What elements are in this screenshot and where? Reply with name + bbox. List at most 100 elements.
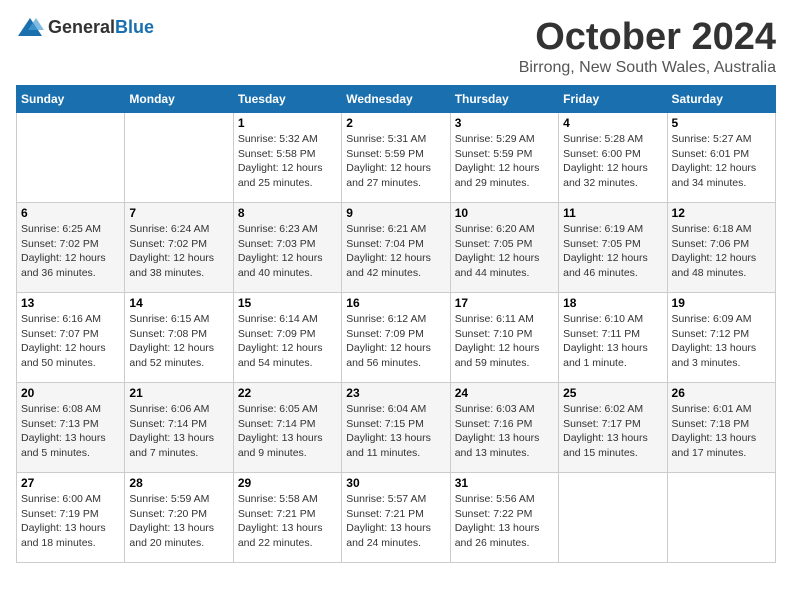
day-info: Sunrise: 6:11 AM Sunset: 7:10 PM Dayligh… (455, 312, 554, 371)
day-number: 15 (238, 296, 337, 310)
day-header-tuesday: Tuesday (233, 86, 341, 113)
day-info: Sunrise: 6:06 AM Sunset: 7:14 PM Dayligh… (129, 402, 228, 461)
day-number: 17 (455, 296, 554, 310)
day-number: 29 (238, 476, 337, 490)
day-number: 5 (672, 116, 771, 130)
day-number: 13 (21, 296, 120, 310)
calendar-cell: 20Sunrise: 6:08 AM Sunset: 7:13 PM Dayli… (17, 383, 125, 473)
calendar-cell: 16 Sunrise: 6:12 AM Sunset: 7:09 PM Dayli… (342, 293, 450, 383)
day-info: Sunrise: 6:02 AM Sunset: 7:17 PM Dayligh… (563, 402, 662, 461)
day-header-friday: Friday (559, 86, 667, 113)
day-number: 4 (563, 116, 662, 130)
calendar-cell: 4 Sunrise: 5:28 AM Sunset: 6:00 PM Daylig… (559, 113, 667, 203)
calendar-cell: 8 Sunrise: 6:23 AM Sunset: 7:03 PM Daylig… (233, 203, 341, 293)
day-info: Sunrise: 5:28 AM Sunset: 6:00 PM Dayligh… (563, 132, 662, 191)
day-info: Sunrise: 6:04 AM Sunset: 7:15 PM Dayligh… (346, 402, 445, 461)
day-number: 9 (346, 206, 445, 220)
day-info: Sunrise: 5:31 AM Sunset: 5:59 PM Dayligh… (346, 132, 445, 191)
day-info: Sunrise: 5:27 AM Sunset: 6:01 PM Dayligh… (672, 132, 771, 191)
calendar-cell (17, 113, 125, 203)
day-number: 20 (21, 386, 120, 400)
day-info: Sunrise: 5:57 AM Sunset: 7:21 PM Dayligh… (346, 492, 445, 551)
day-info: Sunrise: 6:24 AM Sunset: 7:02 PM Dayligh… (129, 222, 228, 281)
day-number: 22 (238, 386, 337, 400)
calendar-cell: 22 Sunrise: 6:05 AM Sunset: 7:14 PM Dayli… (233, 383, 341, 473)
logo-text-blue: Blue (115, 17, 154, 37)
calendar-cell: 23 Sunrise: 6:04 AM Sunset: 7:15 PM Dayli… (342, 383, 450, 473)
calendar-cell (559, 473, 667, 563)
calendar-cell: 6 Sunrise: 6:25 AM Sunset: 7:02 PM Daylig… (17, 203, 125, 293)
day-info: Sunrise: 6:10 AM Sunset: 7:11 PM Dayligh… (563, 312, 662, 371)
calendar-cell: 31Sunrise: 5:56 AM Sunset: 7:22 PM Dayli… (450, 473, 558, 563)
day-info: Sunrise: 6:15 AM Sunset: 7:08 PM Dayligh… (129, 312, 228, 371)
calendar-cell (667, 473, 775, 563)
day-info: Sunrise: 6:14 AM Sunset: 7:09 PM Dayligh… (238, 312, 337, 371)
day-number: 8 (238, 206, 337, 220)
calendar-cell: 21Sunrise: 6:06 AM Sunset: 7:14 PM Dayli… (125, 383, 233, 473)
day-number: 19 (672, 296, 771, 310)
day-info: Sunrise: 5:58 AM Sunset: 7:21 PM Dayligh… (238, 492, 337, 551)
logo-text-general: General (48, 17, 115, 37)
logo-icon (16, 16, 44, 38)
calendar-cell: 14 Sunrise: 6:15 AM Sunset: 7:08 PM Dayli… (125, 293, 233, 383)
day-number: 27 (21, 476, 120, 490)
day-number: 10 (455, 206, 554, 220)
page-title: October 2024 (519, 16, 776, 59)
day-info: Sunrise: 6:20 AM Sunset: 7:05 PM Dayligh… (455, 222, 554, 281)
calendar-cell: 9 Sunrise: 6:21 AM Sunset: 7:04 PM Daylig… (342, 203, 450, 293)
day-number: 3 (455, 116, 554, 130)
day-number: 24 (455, 386, 554, 400)
calendar-cell: 1Sunrise: 5:32 AM Sunset: 5:58 PM Daylig… (233, 113, 341, 203)
day-info: Sunrise: 6:12 AM Sunset: 7:09 PM Dayligh… (346, 312, 445, 371)
day-info: Sunrise: 6:21 AM Sunset: 7:04 PM Dayligh… (346, 222, 445, 281)
calendar-cell: 27 Sunrise: 6:00 AM Sunset: 7:19 PM Dayli… (17, 473, 125, 563)
day-number: 23 (346, 386, 445, 400)
page-location: Birrong, New South Wales, Australia (519, 59, 776, 77)
calendar-cell: 11 Sunrise: 6:19 AM Sunset: 7:05 PM Dayli… (559, 203, 667, 293)
calendar-cell: 15 Sunrise: 6:14 AM Sunset: 7:09 PM Dayli… (233, 293, 341, 383)
day-info: Sunrise: 6:23 AM Sunset: 7:03 PM Dayligh… (238, 222, 337, 281)
calendar-week-2: 6 Sunrise: 6:25 AM Sunset: 7:02 PM Daylig… (17, 203, 776, 293)
day-info: Sunrise: 6:03 AM Sunset: 7:16 PM Dayligh… (455, 402, 554, 461)
day-info: Sunrise: 6:16 AM Sunset: 7:07 PM Dayligh… (21, 312, 120, 371)
day-number: 1 (238, 116, 337, 130)
calendar-header: SundayMondayTuesdayWednesdayThursdayFrid… (17, 86, 776, 113)
calendar-cell: 24 Sunrise: 6:03 AM Sunset: 7:16 PM Dayli… (450, 383, 558, 473)
day-info: Sunrise: 6:00 AM Sunset: 7:19 PM Dayligh… (21, 492, 120, 551)
day-number: 11 (563, 206, 662, 220)
calendar-cell: 30Sunrise: 5:57 AM Sunset: 7:21 PM Dayli… (342, 473, 450, 563)
calendar-week-1: 1Sunrise: 5:32 AM Sunset: 5:58 PM Daylig… (17, 113, 776, 203)
day-number: 2 (346, 116, 445, 130)
calendar-week-3: 13 Sunrise: 6:16 AM Sunset: 7:07 PM Dayli… (17, 293, 776, 383)
day-header-monday: Monday (125, 86, 233, 113)
day-number: 25 (563, 386, 662, 400)
day-info: Sunrise: 6:18 AM Sunset: 7:06 PM Dayligh… (672, 222, 771, 281)
day-number: 6 (21, 206, 120, 220)
day-number: 14 (129, 296, 228, 310)
logo: GeneralBlue (16, 16, 154, 38)
calendar-cell: 29 Sunrise: 5:58 AM Sunset: 7:21 PM Dayli… (233, 473, 341, 563)
day-info: Sunrise: 6:09 AM Sunset: 7:12 PM Dayligh… (672, 312, 771, 371)
calendar-cell: 13 Sunrise: 6:16 AM Sunset: 7:07 PM Dayli… (17, 293, 125, 383)
day-header-sunday: Sunday (17, 86, 125, 113)
day-number: 18 (563, 296, 662, 310)
day-number: 31 (455, 476, 554, 490)
day-info: Sunrise: 6:19 AM Sunset: 7:05 PM Dayligh… (563, 222, 662, 281)
calendar-table: SundayMondayTuesdayWednesdayThursdayFrid… (16, 85, 776, 563)
day-info: Sunrise: 6:05 AM Sunset: 7:14 PM Dayligh… (238, 402, 337, 461)
day-header-saturday: Saturday (667, 86, 775, 113)
page-header: GeneralBlue October 2024 Birrong, New So… (16, 16, 776, 77)
calendar-cell (125, 113, 233, 203)
day-header-thursday: Thursday (450, 86, 558, 113)
day-info: Sunrise: 6:25 AM Sunset: 7:02 PM Dayligh… (21, 222, 120, 281)
calendar-cell: 26Sunrise: 6:01 AM Sunset: 7:18 PM Dayli… (667, 383, 775, 473)
calendar-cell: 19 Sunrise: 6:09 AM Sunset: 7:12 PM Dayli… (667, 293, 775, 383)
day-number: 12 (672, 206, 771, 220)
calendar-cell: 28Sunrise: 5:59 AM Sunset: 7:20 PM Dayli… (125, 473, 233, 563)
calendar-cell: 12 Sunrise: 6:18 AM Sunset: 7:06 PM Dayli… (667, 203, 775, 293)
calendar-cell: 3Sunrise: 5:29 AM Sunset: 5:59 PM Daylig… (450, 113, 558, 203)
day-number: 28 (129, 476, 228, 490)
calendar-cell: 10 Sunrise: 6:20 AM Sunset: 7:05 PM Dayli… (450, 203, 558, 293)
day-number: 16 (346, 296, 445, 310)
day-number: 7 (129, 206, 228, 220)
